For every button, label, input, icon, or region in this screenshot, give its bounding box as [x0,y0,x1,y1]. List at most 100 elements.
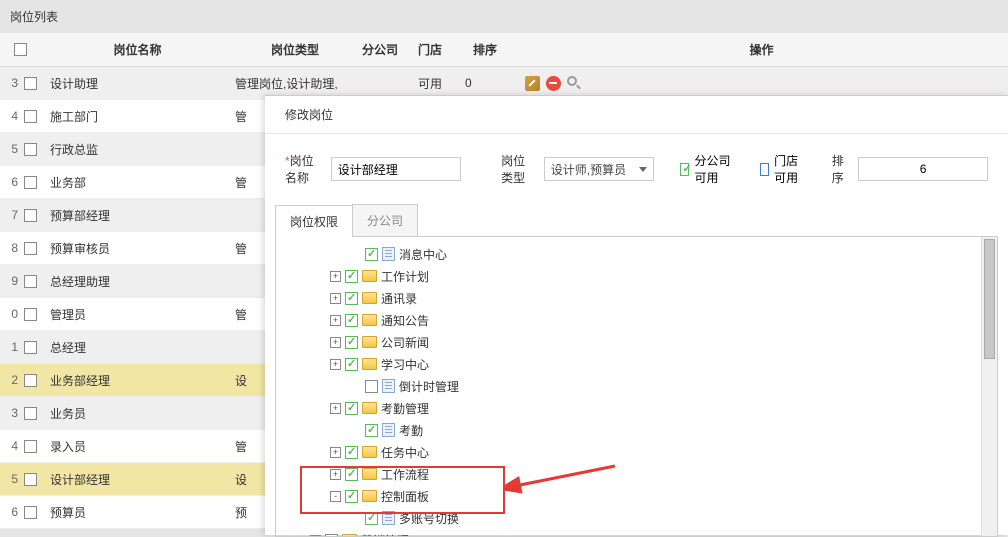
tree-node[interactable]: - 控制面板 [286,485,971,507]
tree-checkbox[interactable] [365,380,378,393]
row-checkbox[interactable] [24,407,37,420]
tree-label: 工作流程 [381,466,429,483]
expand-icon[interactable]: + [330,271,341,282]
expand-icon[interactable]: + [330,337,341,348]
tree-checkbox[interactable] [345,490,358,503]
row-checkbox[interactable] [24,440,37,453]
row-checkbox[interactable] [24,341,37,354]
tree-scrollbar[interactable] [981,237,997,536]
branch-checkbox-wrap[interactable]: 分公司可用 [680,152,733,186]
expand-icon[interactable]: + [330,315,341,326]
expand-icon[interactable]: + [330,293,341,304]
tree-checkbox[interactable] [365,424,378,437]
permission-tree[interactable]: 消息中心+工作计划+通讯录+通知公告+公司新闻+学习中心倒计时管理+考勤管理考勤… [276,237,981,536]
folder-icon [362,358,377,370]
select-all-checkbox[interactable] [14,43,27,56]
tree-label: 营销管理 [361,532,409,537]
tree-spacer [350,249,361,260]
row-type: 管理岗位,设计助理, [235,75,355,92]
tree-checkbox[interactable] [345,358,358,371]
tree-node[interactable]: 多账号切换 [286,507,971,529]
tree-label: 消息中心 [399,246,447,263]
table-header: 岗位名称 岗位类型 分公司 门店 排序 操作 [0,33,1008,67]
store-label: 门店可用 [774,152,805,186]
delete-icon[interactable] [546,76,561,91]
folder-icon [342,534,357,536]
store-checkbox-wrap[interactable]: 门店可用 [760,152,805,186]
row-checkbox[interactable] [24,209,37,222]
tree-spacer [350,513,361,524]
tree-checkbox[interactable] [345,270,358,283]
folder-icon [362,468,377,480]
search-icon[interactable] [567,76,577,86]
tree-checkbox[interactable] [345,402,358,415]
scrollbar-thumb[interactable] [984,239,995,359]
col-op: 操作 [515,41,1008,58]
tree-node[interactable]: +通知公告 [286,309,971,331]
row-index: 1 [0,340,20,354]
row-checkbox[interactable] [24,506,37,519]
type-combo[interactable]: 设计师,预算员 [544,157,654,181]
tree-node[interactable]: 消息中心 [286,243,971,265]
tree-spacer [350,425,361,436]
expand-icon[interactable]: + [330,447,341,458]
row-checkbox[interactable] [24,275,37,288]
tree-node[interactable]: + 学习中心 [286,353,971,375]
tree-node[interactable]: +公司新闻 [286,331,971,353]
tree-node[interactable]: +通讯录 [286,287,971,309]
tree-node[interactable]: +考勤管理 [286,397,971,419]
file-icon [382,423,395,437]
page-title: 岗位列表 [0,0,1008,33]
expand-icon[interactable]: + [330,403,341,414]
tree-checkbox[interactable] [345,314,358,327]
tree-checkbox[interactable] [365,248,378,261]
row-checkbox[interactable] [24,143,37,156]
tree-checkbox[interactable] [345,468,358,481]
tree-checkbox[interactable] [365,512,378,525]
folder-icon [362,446,377,458]
row-name: 业务部 [40,174,235,191]
row-checkbox[interactable] [24,176,37,189]
row-checkbox[interactable] [24,473,37,486]
store-checkbox[interactable] [760,163,769,176]
folder-icon [362,336,377,348]
tree-label: 学习中心 [381,356,429,373]
tab-permissions[interactable]: 岗位权限 [275,205,353,237]
tree-label: 倒计时管理 [399,378,459,395]
tree-node[interactable]: 考勤 [286,419,971,441]
name-input[interactable] [331,157,461,181]
row-checkbox[interactable] [24,242,37,255]
file-icon [382,511,395,525]
col-name: 岗位名称 [40,41,235,58]
row-index: 3 [0,406,20,420]
file-icon [382,379,395,393]
row-checkbox[interactable] [24,77,37,90]
tree-node[interactable]: +工作计划 [286,265,971,287]
expand-icon[interactable]: + [330,359,341,370]
row-checkbox[interactable] [24,308,37,321]
tab-branch[interactable]: 分公司 [352,204,418,236]
col-branch: 分公司 [355,41,405,58]
row-name: 设计助理 [40,75,235,92]
row-name: 录入员 [40,438,235,455]
branch-checkbox[interactable] [680,163,689,176]
edit-icon[interactable] [525,76,540,91]
row-name: 业务员 [40,405,235,422]
tree-node[interactable]: +任务中心 [286,441,971,463]
file-icon [382,247,395,261]
tree-label: 控制面板 [381,488,429,505]
row-checkbox[interactable] [24,374,37,387]
collapse-icon[interactable]: - [330,491,341,502]
row-index: 4 [0,439,20,453]
tree-node[interactable]: 倒计时管理 [286,375,971,397]
row-index: 6 [0,505,20,519]
tree-checkbox[interactable] [345,292,358,305]
tree-label: 考勤 [399,422,423,439]
tree-checkbox[interactable] [345,446,358,459]
row-checkbox[interactable] [24,110,37,123]
expand-icon[interactable]: + [330,469,341,480]
folder-icon [362,270,377,282]
tree-node[interactable]: + 工作流程 [286,463,971,485]
sort-input[interactable] [858,157,988,181]
tree-checkbox[interactable] [345,336,358,349]
